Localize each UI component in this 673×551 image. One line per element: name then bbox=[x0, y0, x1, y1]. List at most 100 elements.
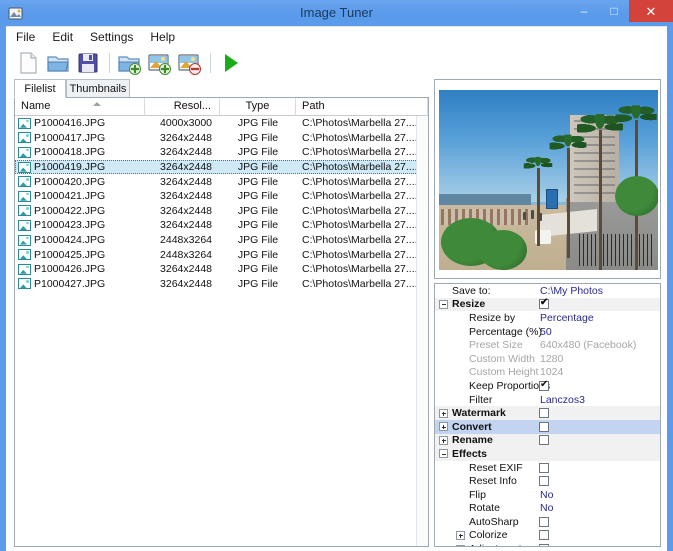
settings-row-resize-by[interactable]: Resize byPercentage bbox=[435, 311, 660, 325]
table-row[interactable]: P1000425.JPG2448x3264JPG FileC:\Photos\M… bbox=[15, 247, 428, 262]
settings-value-cell: Lanczos3 bbox=[538, 393, 585, 407]
table-row[interactable]: P1000417.JPG3264x2448JPG FileC:\Photos\M… bbox=[15, 131, 428, 146]
menu-item-file[interactable]: File bbox=[14, 28, 44, 46]
settings-row-custom-height[interactable]: Custom Height1024 bbox=[435, 366, 660, 380]
cell-type: JPG File bbox=[220, 190, 296, 202]
settings-checkbox-watermark[interactable] bbox=[539, 408, 549, 418]
expand-icon[interactable] bbox=[439, 422, 448, 431]
settings-group-convert[interactable]: Convert bbox=[435, 420, 660, 434]
menu-item-edit[interactable]: Edit bbox=[50, 28, 82, 46]
settings-value-cell bbox=[538, 515, 549, 529]
minimize-button[interactable]: – bbox=[569, 0, 599, 22]
settings-tree[interactable]: Save to:C:\My PhotosResizeResize byPerce… bbox=[434, 283, 661, 547]
column-header-type[interactable]: Type bbox=[220, 98, 296, 116]
column-header-resolution[interactable]: Resol... bbox=[145, 98, 220, 116]
settings-checkbox-autosharp[interactable] bbox=[539, 517, 549, 527]
open-folder-icon[interactable] bbox=[44, 49, 72, 77]
menu-item-help[interactable]: Help bbox=[148, 28, 184, 46]
table-row[interactable]: P1000420.JPG3264x2448JPG FileC:\Photos\M… bbox=[15, 174, 428, 189]
file-list-scrollbar[interactable] bbox=[416, 116, 428, 546]
image-file-icon bbox=[18, 132, 31, 143]
table-row[interactable]: P1000424.JPG2448x3264JPG FileC:\Photos\M… bbox=[15, 233, 428, 248]
cell-type: JPG File bbox=[220, 249, 296, 261]
table-row[interactable]: P1000426.JPG3264x2448JPG FileC:\Photos\M… bbox=[15, 262, 428, 277]
cell-path: C:\Photos\Marbella 27.... bbox=[296, 249, 428, 261]
settings-value-cell: 50 bbox=[538, 325, 552, 339]
settings-value[interactable]: Percentage bbox=[538, 312, 594, 324]
column-header-name[interactable]: Name bbox=[15, 98, 145, 116]
settings-label: Save to: bbox=[452, 285, 537, 297]
settings-checkbox-keep-proportions[interactable] bbox=[539, 381, 549, 391]
table-row[interactable]: P1000423.JPG3264x2448JPG FileC:\Photos\M… bbox=[15, 218, 428, 233]
settings-row-keep-proportions[interactable]: Keep Proportions bbox=[435, 379, 660, 393]
preview-person-3 bbox=[539, 213, 542, 221]
settings-value[interactable]: 1280 bbox=[538, 353, 563, 365]
settings-row-reset-exif[interactable]: Reset EXIF bbox=[435, 461, 660, 475]
application-window: Image Tuner – □ ✕ File Edit Settings Hel… bbox=[0, 0, 673, 551]
expand-icon[interactable] bbox=[456, 531, 465, 540]
settings-checkbox-convert[interactable] bbox=[539, 422, 549, 432]
image-file-icon bbox=[18, 264, 31, 275]
settings-value[interactable]: 1024 bbox=[538, 366, 563, 378]
save-icon[interactable] bbox=[74, 49, 102, 77]
file-list-body[interactable]: P1000416.JPG4000x3000JPG FileC:\Photos\M… bbox=[15, 116, 428, 546]
settings-row-reset-info[interactable]: Reset Info bbox=[435, 474, 660, 488]
settings-checkbox-reset-exif[interactable] bbox=[539, 463, 549, 473]
settings-row-adjustment[interactable]: Adjustment bbox=[435, 542, 660, 547]
cell-type: JPG File bbox=[220, 132, 296, 144]
settings-row-filter[interactable]: FilterLanczos3 bbox=[435, 393, 660, 407]
remove-image-icon[interactable] bbox=[175, 49, 203, 77]
cell-path: C:\Photos\Marbella 27.... bbox=[296, 278, 428, 290]
tab-thumbnails[interactable]: Thumbnails bbox=[66, 79, 130, 98]
expand-icon[interactable] bbox=[439, 436, 448, 445]
settings-value[interactable]: 640x480 (Facebook) bbox=[538, 339, 636, 351]
collapse-icon[interactable] bbox=[439, 449, 448, 458]
settings-checkbox-colorize[interactable] bbox=[539, 530, 549, 540]
menu-item-settings[interactable]: Settings bbox=[88, 28, 142, 46]
cell-resolution: 2448x3264 bbox=[145, 249, 220, 261]
settings-row-rotate[interactable]: RotateNo bbox=[435, 502, 660, 516]
preview-roadside-bush bbox=[615, 176, 658, 216]
expand-icon[interactable] bbox=[456, 545, 465, 547]
settings-value[interactable]: C:\My Photos bbox=[538, 285, 603, 297]
settings-row-preset-size[interactable]: Preset Size640x480 (Facebook) bbox=[435, 338, 660, 352]
table-row[interactable]: P1000422.JPG3264x2448JPG FileC:\Photos\M… bbox=[15, 204, 428, 219]
settings-checkbox-reset-info[interactable] bbox=[539, 476, 549, 486]
add-image-icon[interactable] bbox=[145, 49, 173, 77]
cell-resolution: 3264x2448 bbox=[145, 132, 220, 144]
settings-group-rename[interactable]: Rename bbox=[435, 434, 660, 448]
close-button[interactable]: ✕ bbox=[629, 0, 673, 22]
settings-group-resize[interactable]: Resize bbox=[435, 298, 660, 312]
table-row[interactable]: P1000421.JPG3264x2448JPG FileC:\Photos\M… bbox=[15, 189, 428, 204]
column-header-path[interactable]: Path bbox=[296, 98, 428, 116]
file-name-text: P1000416.JPG bbox=[34, 117, 105, 129]
preview-person-1 bbox=[523, 212, 526, 220]
table-row[interactable]: P1000418.JPG3264x2448JPG FileC:\Photos\M… bbox=[15, 145, 428, 160]
settings-checkbox-adjustment[interactable] bbox=[539, 544, 549, 547]
settings-group-effects[interactable]: Effects bbox=[435, 447, 660, 461]
run-icon[interactable] bbox=[216, 49, 244, 77]
tab-filelist[interactable]: Filelist bbox=[14, 79, 66, 98]
settings-row-custom-width[interactable]: Custom Width1280 bbox=[435, 352, 660, 366]
add-folder-icon[interactable] bbox=[115, 49, 143, 77]
settings-value[interactable]: 50 bbox=[538, 326, 552, 338]
table-row[interactable]: P1000419.JPG3264x2448JPG FileC:\Photos\M… bbox=[15, 160, 428, 175]
collapse-icon[interactable] bbox=[439, 300, 448, 309]
maximize-button[interactable]: □ bbox=[599, 0, 629, 22]
settings-row-save-to[interactable]: Save to:C:\My Photos bbox=[435, 284, 660, 298]
expand-icon[interactable] bbox=[439, 409, 448, 418]
settings-row-percentage[interactable]: Percentage (%)50 bbox=[435, 325, 660, 339]
table-row[interactable]: P1000427.JPG3264x2448JPG FileC:\Photos\M… bbox=[15, 277, 428, 292]
settings-value[interactable]: No bbox=[538, 489, 553, 501]
settings-row-flip[interactable]: FlipNo bbox=[435, 488, 660, 502]
new-file-icon[interactable] bbox=[14, 49, 42, 77]
settings-checkbox-resize[interactable] bbox=[539, 299, 549, 309]
settings-group-watermark[interactable]: Watermark bbox=[435, 406, 660, 420]
preview-booth bbox=[546, 189, 558, 209]
settings-row-autosharp[interactable]: AutoSharp bbox=[435, 515, 660, 529]
table-row[interactable]: P1000416.JPG4000x3000JPG FileC:\Photos\M… bbox=[15, 116, 428, 131]
settings-value[interactable]: Lanczos3 bbox=[538, 394, 585, 406]
settings-value[interactable]: No bbox=[538, 502, 553, 514]
settings-row-colorize[interactable]: Colorize bbox=[435, 529, 660, 543]
settings-checkbox-rename[interactable] bbox=[539, 435, 549, 445]
